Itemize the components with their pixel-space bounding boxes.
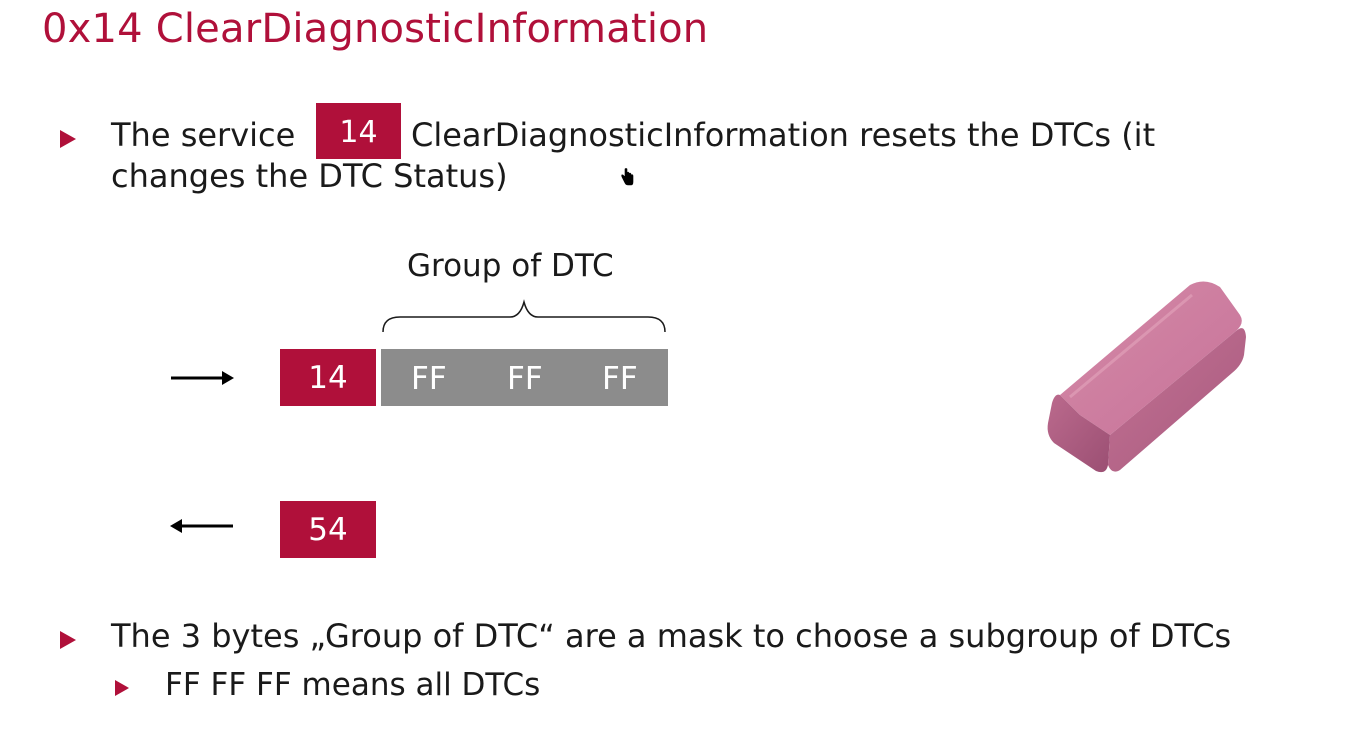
- bullet-arrow-icon: [60, 631, 76, 649]
- slide-title: 0x14 ClearDiagnosticInformation: [42, 6, 709, 52]
- group-byte-2: FF: [507, 361, 543, 397]
- bullet-arrow-icon: [60, 130, 76, 148]
- arrow-right-icon: [171, 371, 234, 385]
- group-of-dtc-bytes: FF FF FF: [381, 349, 668, 406]
- group-byte-3: FF: [602, 361, 638, 397]
- curly-brace-icon: [382, 299, 666, 333]
- bullet2-sub-text: FF FF FF means all DTCs: [165, 667, 541, 703]
- sub-bullet-arrow-icon: [115, 680, 129, 696]
- response-service-byte: 54: [280, 501, 376, 558]
- hand-cursor-icon: [620, 168, 634, 190]
- bullet1-line2: changes the DTC Status): [111, 157, 508, 195]
- service-id-badge: 14: [316, 103, 401, 159]
- group-of-dtc-label: Group of DTC: [407, 248, 614, 284]
- eraser-image: [1047, 281, 1246, 473]
- bullet1-prefix: The service: [111, 116, 296, 154]
- arrow-left-icon: [170, 519, 233, 533]
- request-service-byte: 14: [280, 349, 376, 406]
- bullet1-suffix: ClearDiagnosticInformation resets the DT…: [411, 116, 1156, 154]
- group-byte-1: FF: [411, 361, 447, 397]
- bullet2-text: The 3 bytes „Group of DTC“ are a mask to…: [111, 617, 1232, 655]
